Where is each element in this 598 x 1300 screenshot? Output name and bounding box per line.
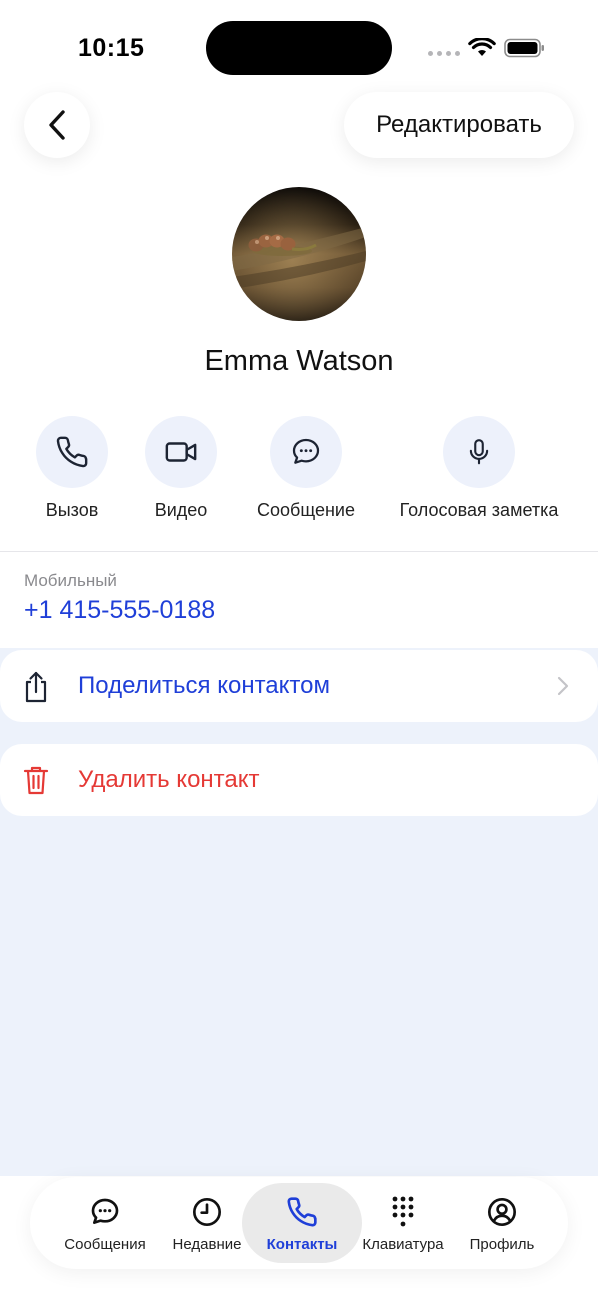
share-contact-button[interactable]: Поделиться контактом — [0, 650, 598, 722]
delete-contact-label: Удалить контакт — [78, 766, 260, 793]
tab-recent-label: Недавние — [172, 1236, 242, 1253]
tab-messages[interactable]: Сообщения — [55, 1195, 155, 1253]
delete-contact-button[interactable]: Удалить контакт — [0, 744, 598, 816]
wifi-icon — [468, 38, 496, 56]
share-contact-label: Поделиться контактом — [78, 672, 330, 699]
back-button[interactable] — [24, 92, 90, 158]
trash-icon — [23, 766, 49, 795]
chevron-right-icon — [557, 676, 569, 696]
video-label: Видео — [154, 500, 208, 520]
voice-note-label: Голосовая заметка — [399, 500, 559, 520]
tab-profile[interactable]: Профиль — [452, 1195, 552, 1253]
share-icon — [25, 671, 47, 703]
call-action[interactable]: Вызов — [36, 416, 108, 521]
divider — [0, 551, 598, 552]
chevron-left-icon — [49, 110, 65, 140]
voice-note-action[interactable]: Голосовая заметка — [390, 416, 568, 521]
microphone-icon — [469, 439, 489, 465]
status-time: 10:15 — [78, 34, 145, 62]
message-icon — [91, 1198, 119, 1224]
avatar — [232, 187, 366, 321]
phone-icon — [56, 436, 88, 468]
keypad-icon — [392, 1196, 414, 1227]
tab-contacts-label: Контакты — [266, 1236, 338, 1253]
tab-profile-label: Профиль — [469, 1236, 535, 1253]
message-action[interactable]: Сообщение — [246, 416, 366, 521]
signal-icon — [428, 51, 460, 56]
tab-contacts[interactable]: Контакты — [252, 1195, 352, 1253]
clock-icon — [193, 1198, 221, 1226]
message-icon — [292, 438, 320, 464]
edit-button[interactable]: Редактировать — [344, 92, 574, 158]
tab-recent[interactable]: Недавние — [157, 1195, 257, 1253]
phone-icon — [287, 1197, 317, 1227]
video-icon — [165, 442, 197, 462]
tab-messages-label: Сообщения — [64, 1236, 146, 1253]
phone-caption: Мобильный — [24, 571, 117, 590]
phone-number[interactable]: +1 415-555-0188 — [24, 596, 215, 625]
call-label: Вызов — [45, 500, 99, 520]
dynamic-island — [206, 21, 392, 75]
tab-keypad[interactable]: Клавиатура — [353, 1195, 453, 1253]
tab-keypad-label: Клавиатура — [362, 1236, 444, 1253]
video-action[interactable]: Видео — [145, 416, 217, 521]
contact-name: Emma Watson — [204, 345, 394, 377]
message-label: Сообщение — [257, 500, 355, 520]
battery-icon — [504, 38, 544, 58]
profile-icon — [488, 1198, 516, 1226]
